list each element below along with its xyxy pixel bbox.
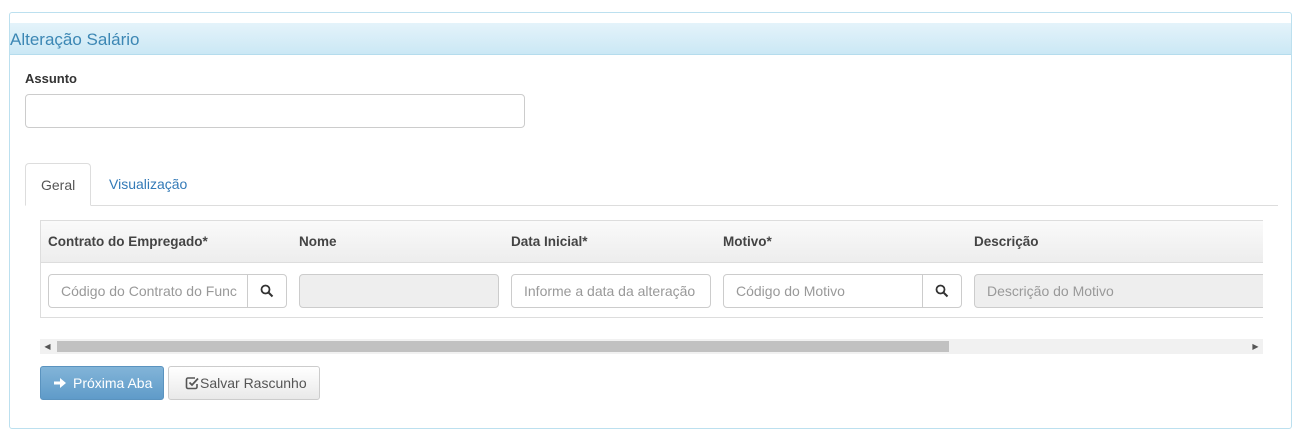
assunto-label: Assunto [25,71,77,86]
save-draft-label: Salvar Rascunho [200,375,307,391]
header-descricao: Descrição [974,234,1039,249]
scroll-thumb[interactable] [57,341,949,352]
motivo-input[interactable]: Código do Motivo [723,274,923,308]
nome-field [299,274,499,308]
header-motivo: Motivo* [723,234,772,249]
save-draft-button[interactable]: Salvar Rascunho [168,366,320,400]
motivo-search-button[interactable] [922,274,962,308]
table-header: Contrato do Empregado* Nome Data Inicial… [41,221,1263,263]
data-inicial-input[interactable]: Informe a data da alteração [511,274,711,308]
panel-heading: Alteração Salário [10,23,1291,55]
tab-geral[interactable]: Geral [25,163,92,206]
header-nome: Nome [299,234,337,249]
contrato-search-button[interactable] [247,274,287,308]
descricao-field: Descrição do Motivo [974,274,1263,308]
header-data-inicial: Data Inicial* [511,234,588,249]
assunto-input[interactable] [25,94,525,128]
search-icon [935,284,949,298]
contrato-input[interactable]: Código do Contrato do Func [48,274,248,308]
tab-visualizacao[interactable]: Visualização [109,163,187,205]
search-icon [260,284,274,298]
header-contrato: Contrato do Empregado* [48,234,208,249]
page-title: Alteração Salário [10,30,140,49]
scroll-right-icon[interactable]: ▶ [1248,339,1263,354]
horizontal-scrollbar[interactable]: ◀ ▶ [40,339,1263,354]
arrow-right-icon [54,378,66,388]
tab-bar: Geral Visualização [25,163,1278,206]
alteracao-salario-panel: Alteração Salário Assunto Geral Visualiz… [9,12,1292,429]
edit-check-icon [185,377,199,390]
scroll-left-icon[interactable]: ◀ [40,339,55,354]
next-tab-label: Próxima Aba [73,375,153,391]
next-tab-button[interactable]: Próxima Aba [40,366,164,400]
data-table: Contrato do Empregado* Nome Data Inicial… [40,220,1263,318]
